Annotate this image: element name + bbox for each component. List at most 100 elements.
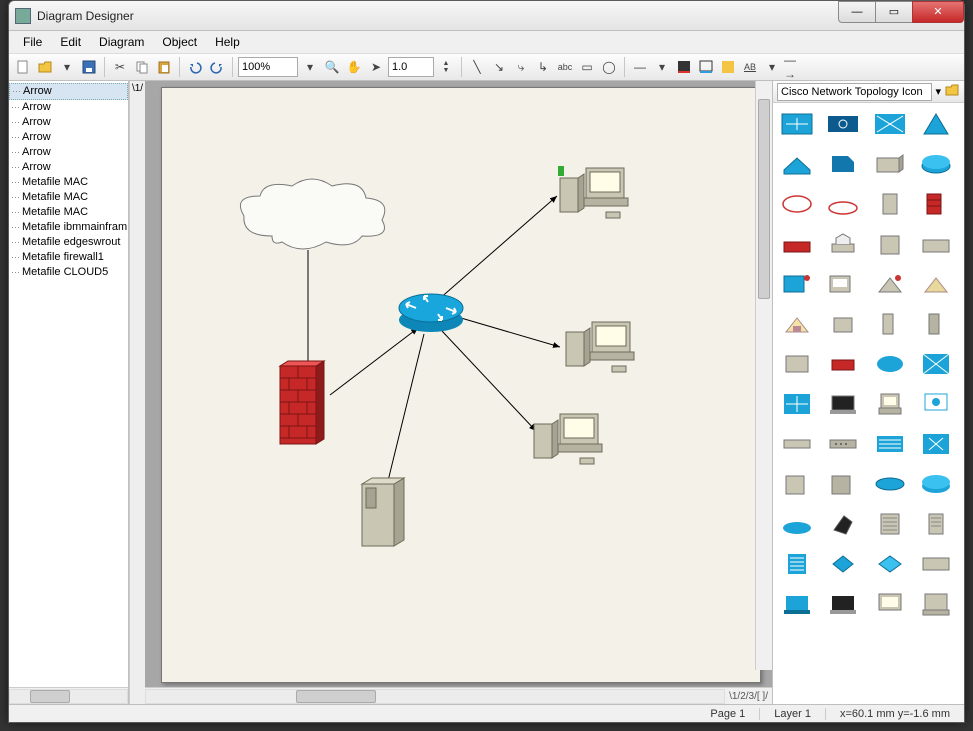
tree-item[interactable]: Arrow <box>9 83 128 100</box>
pc-shape-1[interactable] <box>554 162 632 226</box>
pal-icon[interactable] <box>779 269 815 299</box>
pal-icon[interactable] <box>825 269 861 299</box>
gradient-icon[interactable] <box>718 57 738 77</box>
linewidth-input[interactable] <box>388 57 434 77</box>
pal-icon[interactable] <box>825 349 861 379</box>
save-icon[interactable] <box>79 57 99 77</box>
arrowstyle-icon[interactable]: —→ <box>784 57 804 77</box>
pal-icon[interactable] <box>825 469 861 499</box>
pal-icon[interactable] <box>779 589 815 619</box>
pointer-icon[interactable]: ➤ <box>366 57 386 77</box>
pal-icon[interactable] <box>872 349 908 379</box>
linecolor-icon[interactable] <box>696 57 716 77</box>
pal-icon[interactable] <box>825 189 861 219</box>
pal-icon[interactable] <box>825 309 861 339</box>
tree-item[interactable]: Arrow <box>9 145 128 160</box>
connector1-icon[interactable]: ⤷ <box>511 57 531 77</box>
pal-icon[interactable] <box>918 189 954 219</box>
copy-icon[interactable] <box>132 57 152 77</box>
tree-item[interactable]: Arrow <box>9 160 128 175</box>
pal-icon[interactable] <box>779 429 815 459</box>
pc-shape-3[interactable] <box>528 408 606 472</box>
pal-icon[interactable] <box>918 509 954 539</box>
pal-icon[interactable] <box>872 229 908 259</box>
cut-icon[interactable]: ✂ <box>110 57 130 77</box>
object-tree[interactable]: Arrow Arrow Arrow Arrow Arrow Arrow Meta… <box>9 81 128 687</box>
pc-shape-2[interactable] <box>560 316 638 380</box>
palette-grid[interactable] <box>773 103 964 704</box>
pal-icon[interactable] <box>918 389 954 419</box>
spin-up-icon[interactable]: ▲▼ <box>436 57 456 77</box>
pal-icon[interactable] <box>825 389 861 419</box>
palette-open-icon[interactable] <box>944 82 960 101</box>
tree-item[interactable]: Metafile firewall1 <box>9 250 128 265</box>
pal-icon[interactable] <box>918 229 954 259</box>
minimize-button[interactable]: — <box>838 1 876 23</box>
pal-icon[interactable] <box>825 149 861 179</box>
page-tabs[interactable]: \1/2/3/[ ]/ <box>725 691 772 702</box>
pal-icon[interactable] <box>779 149 815 179</box>
pal-icon[interactable] <box>779 109 815 139</box>
pal-icon[interactable] <box>779 349 815 379</box>
pal-icon[interactable] <box>918 149 954 179</box>
pal-icon[interactable] <box>872 109 908 139</box>
dropdown3-icon[interactable]: ▾ <box>762 57 782 77</box>
pan-icon[interactable]: ✋ <box>344 57 364 77</box>
pal-icon[interactable] <box>779 229 815 259</box>
pal-icon[interactable] <box>918 469 954 499</box>
pal-icon[interactable] <box>779 189 815 219</box>
pal-icon[interactable] <box>779 309 815 339</box>
firewall-shape[interactable] <box>276 360 326 450</box>
router-shape[interactable] <box>396 290 466 336</box>
pal-icon[interactable] <box>872 269 908 299</box>
tree-hscroll[interactable] <box>9 687 128 704</box>
mainframe-shape[interactable] <box>356 476 410 552</box>
linestyle-icon[interactable]: — <box>630 57 650 77</box>
pal-icon[interactable] <box>779 389 815 419</box>
tree-item[interactable]: Arrow <box>9 115 128 130</box>
pal-icon[interactable] <box>825 429 861 459</box>
close-button[interactable]: ✕ <box>912 1 964 23</box>
new-icon[interactable] <box>13 57 33 77</box>
paste-icon[interactable] <box>154 57 174 77</box>
canvas-vscroll[interactable] <box>755 81 772 670</box>
pal-icon[interactable] <box>918 429 954 459</box>
pal-icon[interactable] <box>872 189 908 219</box>
pal-icon[interactable] <box>825 109 861 139</box>
menu-file[interactable]: File <box>15 33 50 51</box>
menu-diagram[interactable]: Diagram <box>91 33 152 51</box>
zoom-dropdown-icon[interactable]: ▾ <box>300 57 320 77</box>
pal-icon[interactable] <box>872 149 908 179</box>
menu-object[interactable]: Object <box>154 33 205 51</box>
pal-icon[interactable] <box>825 549 861 579</box>
titlebar[interactable]: Diagram Designer — ▭ ✕ <box>9 1 964 31</box>
pal-icon[interactable] <box>918 349 954 379</box>
tree-item[interactable]: Metafile ibmmainfram <box>9 220 128 235</box>
text-tool-icon[interactable]: abc <box>555 57 575 77</box>
textcolor-icon[interactable]: AB <box>740 57 760 77</box>
zoom-input[interactable] <box>238 57 298 77</box>
tree-item[interactable]: Metafile MAC <box>9 190 128 205</box>
pal-icon[interactable] <box>872 469 908 499</box>
pal-icon[interactable] <box>872 549 908 579</box>
redo-icon[interactable] <box>207 57 227 77</box>
connector2-icon[interactable]: ↳ <box>533 57 553 77</box>
fillcolor-icon[interactable] <box>674 57 694 77</box>
palette-selector[interactable] <box>777 83 932 101</box>
arrow-tool-icon[interactable]: ↘ <box>489 57 509 77</box>
pal-icon[interactable] <box>918 109 954 139</box>
canvas[interactable] <box>145 81 772 687</box>
undo-icon[interactable] <box>185 57 205 77</box>
tree-item[interactable]: Metafile MAC <box>9 175 128 190</box>
chevron-down-icon[interactable]: ▾ <box>932 85 944 98</box>
zoom-tool-icon[interactable]: 🔍 <box>322 57 342 77</box>
line-tool-icon[interactable]: ╲ <box>467 57 487 77</box>
menu-help[interactable]: Help <box>207 33 248 51</box>
pal-icon[interactable] <box>872 589 908 619</box>
pal-icon[interactable] <box>872 509 908 539</box>
cloud-shape[interactable] <box>232 176 392 256</box>
dropdown-icon[interactable]: ▾ <box>57 57 77 77</box>
open-icon[interactable] <box>35 57 55 77</box>
tree-item[interactable]: Arrow <box>9 130 128 145</box>
pal-icon[interactable] <box>872 309 908 339</box>
